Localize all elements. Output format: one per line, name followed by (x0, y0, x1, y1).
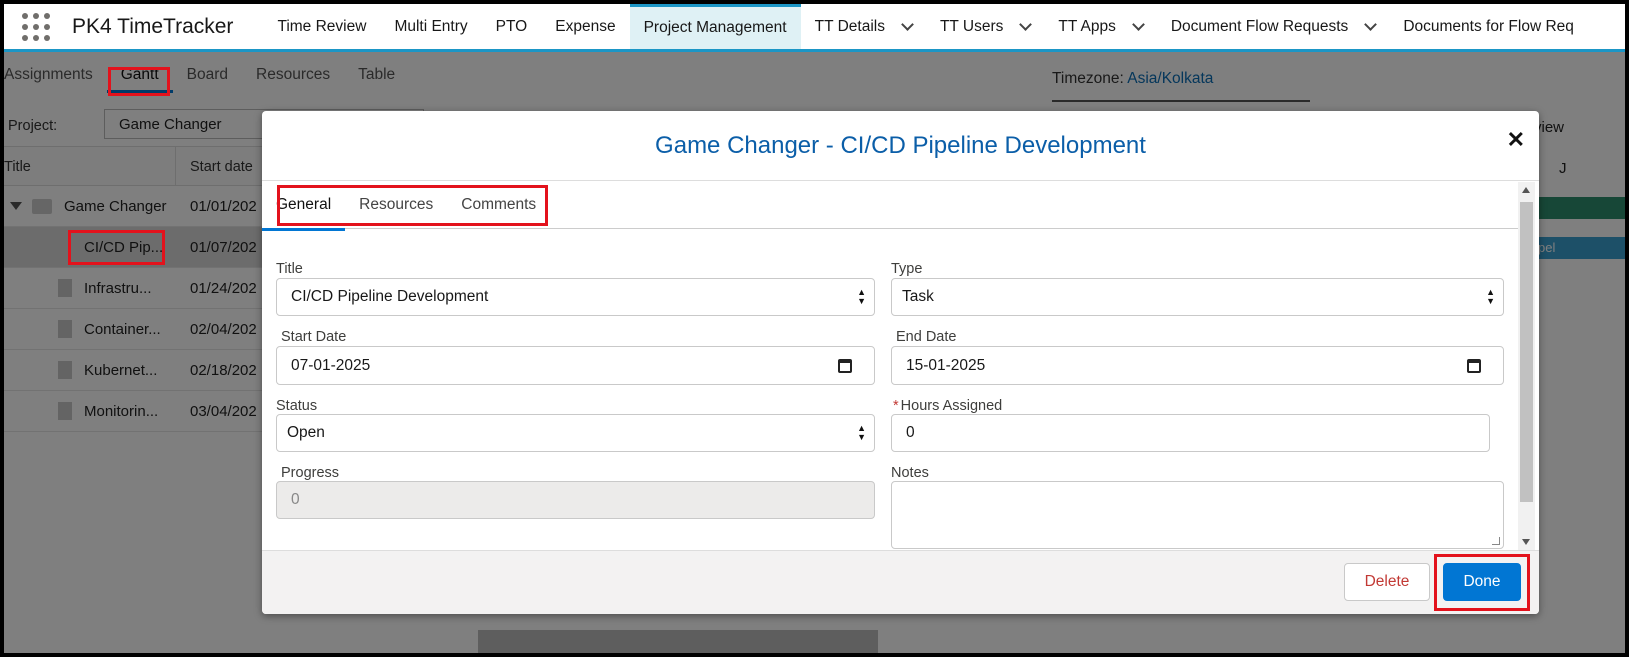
nav-label: Expense (555, 17, 616, 35)
nav-item-expense[interactable]: Expense (541, 4, 629, 49)
nav-label: Multi Entry (394, 17, 468, 35)
close-icon[interactable]: ✕ (1507, 127, 1525, 153)
highlight-selected-row (68, 230, 165, 265)
start-date-field[interactable]: 07-01-2025 (276, 346, 875, 385)
nav-item-tt-users[interactable]: TT Users (926, 4, 1044, 49)
app-frame: PK4 TimeTracker Time Review Multi Entry … (4, 4, 1625, 653)
nav-label: Time Review (277, 17, 367, 35)
spinner-icon[interactable]: ▲ ▼ (857, 424, 866, 442)
nav-label: PTO (495, 17, 528, 35)
progress-value: 0 (291, 491, 300, 508)
nav-label: Project Management (643, 19, 787, 36)
status-label: Status (276, 398, 318, 414)
nav-item-documents-for-flow-req[interactable]: Documents for Flow Req (1389, 4, 1588, 49)
highlight-modal-tabs (277, 185, 548, 226)
scroll-up-icon[interactable] (1522, 187, 1530, 193)
highlight-gantt-tab (108, 67, 170, 96)
hours-value: 0 (906, 424, 915, 441)
chevron-down-icon[interactable] (1019, 17, 1033, 31)
delete-button[interactable]: Delete (1344, 563, 1430, 601)
progress-label: Progress (281, 465, 340, 481)
highlight-done-button (1434, 554, 1530, 611)
modal-body: General Resources Comments Title CI/CD P… (262, 182, 1539, 550)
nav-item-tt-details[interactable]: TT Details (801, 4, 926, 49)
end-date-field[interactable]: 15-01-2025 (891, 346, 1504, 385)
nav-label: Document Flow Requests (1170, 17, 1349, 35)
end-date-value: 15-01-2025 (906, 356, 986, 374)
notes-textarea[interactable] (891, 481, 1504, 549)
resize-handle-icon[interactable] (1492, 537, 1500, 545)
scroll-down-icon[interactable] (1522, 539, 1530, 545)
top-nav: PK4 TimeTracker Time Review Multi Entry … (4, 4, 1625, 52)
nav-label: TT Apps (1058, 17, 1116, 35)
start-date-value: 07-01-2025 (291, 356, 371, 374)
hours-assigned-label: * Hours Assigned (893, 398, 1002, 414)
progress-input: 0 (276, 481, 875, 519)
modal-scrollbar[interactable] (1518, 182, 1535, 550)
nav-label: TT Details (814, 17, 885, 35)
nav-label: Documents for Flow Req (1403, 17, 1574, 35)
title-field[interactable]: CI/CD Pipeline Development ▲ ▼ (276, 278, 875, 316)
nav-item-pto[interactable]: PTO (482, 4, 542, 49)
type-select[interactable]: Task ▲ ▼ (891, 278, 1504, 316)
calendar-icon[interactable] (838, 358, 852, 373)
title-label: Title (276, 261, 303, 277)
modal-title: Game Changer - CI/CD Pipeline Developmen… (655, 132, 1146, 159)
scroll-thumb[interactable] (1520, 202, 1533, 502)
modal-footer: Delete Done (262, 550, 1539, 614)
hours-assigned-input[interactable]: 0 (891, 414, 1490, 452)
notes-label: Notes (891, 465, 929, 481)
title-value: CI/CD Pipeline Development (291, 288, 489, 305)
app-name: PK4 TimeTracker (72, 14, 234, 38)
chevron-down-icon[interactable] (901, 17, 914, 31)
start-date-label: Start Date (281, 329, 347, 345)
status-value: Open (287, 424, 325, 441)
type-value: Task (902, 288, 934, 305)
nav-label: TT Users (939, 17, 1004, 35)
app-launcher-icon[interactable] (22, 12, 50, 41)
status-select[interactable]: Open ▲ ▼ (276, 414, 875, 452)
chevron-down-icon[interactable] (1364, 17, 1378, 31)
required-marker: * (893, 398, 899, 414)
calendar-icon[interactable] (1467, 358, 1481, 373)
hours-label-text: Hours Assigned (900, 398, 1003, 414)
nav-item-multi-entry[interactable]: Multi Entry (380, 4, 481, 49)
nav-item-time-review[interactable]: Time Review (263, 4, 380, 49)
end-date-label: End Date (896, 329, 957, 345)
chevron-down-icon[interactable] (1131, 17, 1145, 31)
nav-item-project-management[interactable]: Project Management (629, 4, 801, 49)
type-label: Type (891, 261, 923, 277)
modal-header: Game Changer - CI/CD Pipeline Developmen… (262, 111, 1539, 181)
spinner-icon[interactable]: ▲ ▼ (857, 288, 866, 306)
nav-item-document-flow-requests[interactable]: Document Flow Requests (1157, 4, 1389, 49)
spinner-icon[interactable]: ▲ ▼ (1486, 288, 1495, 306)
nav-item-tt-apps[interactable]: TT Apps (1044, 4, 1156, 49)
